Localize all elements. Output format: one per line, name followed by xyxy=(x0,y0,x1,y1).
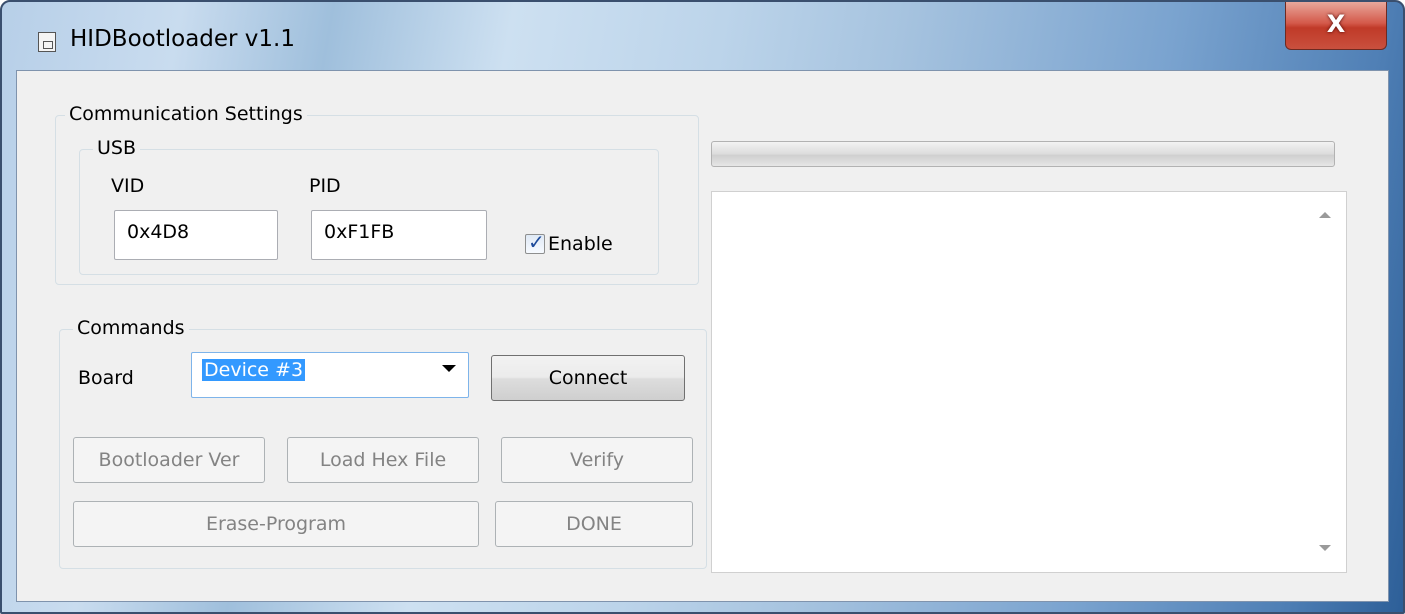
checkmark-icon: ✓ xyxy=(528,230,545,254)
chevron-down-icon[interactable] xyxy=(442,365,456,372)
pid-label: PID xyxy=(309,175,341,197)
title-bar[interactable]: HIDBootloader v1.1 X xyxy=(2,2,1403,70)
enable-label: Enable xyxy=(548,233,613,255)
scroll-down-icon[interactable] xyxy=(1319,545,1331,551)
vid-field[interactable]: 0x4D8 xyxy=(114,210,278,260)
document-icon xyxy=(38,32,56,52)
board-label: Board xyxy=(78,367,134,389)
communication-settings-legend: Communication Settings xyxy=(65,103,307,125)
verify-button[interactable]: Verify xyxy=(501,437,693,483)
close-button[interactable]: X xyxy=(1285,2,1387,50)
vid-label: VID xyxy=(111,175,145,197)
window-title: HIDBootloader v1.1 xyxy=(70,26,295,52)
commands-legend: Commands xyxy=(73,317,189,339)
connect-button[interactable]: Connect xyxy=(491,355,685,401)
done-button[interactable]: DONE xyxy=(495,501,693,547)
bootloader-ver-button[interactable]: Bootloader Ver xyxy=(73,437,265,483)
log-output[interactable] xyxy=(711,191,1347,573)
close-icon: X xyxy=(1326,10,1346,38)
scroll-up-icon[interactable] xyxy=(1319,212,1331,218)
client-area: Communication Settings USB VID PID 0x4D8… xyxy=(16,70,1389,602)
pid-field[interactable]: 0xF1FB xyxy=(311,210,487,260)
board-select[interactable]: Device #3 xyxy=(191,352,469,398)
load-hex-file-button[interactable]: Load Hex File xyxy=(287,437,479,483)
enable-checkbox[interactable]: ✓ xyxy=(525,230,545,254)
erase-program-button[interactable]: Erase-Program xyxy=(73,501,479,547)
board-select-value: Device #3 xyxy=(202,359,306,381)
progress-bar xyxy=(711,141,1335,167)
usb-legend: USB xyxy=(93,137,141,159)
app-window: HIDBootloader v1.1 X Communication Setti… xyxy=(0,0,1405,614)
